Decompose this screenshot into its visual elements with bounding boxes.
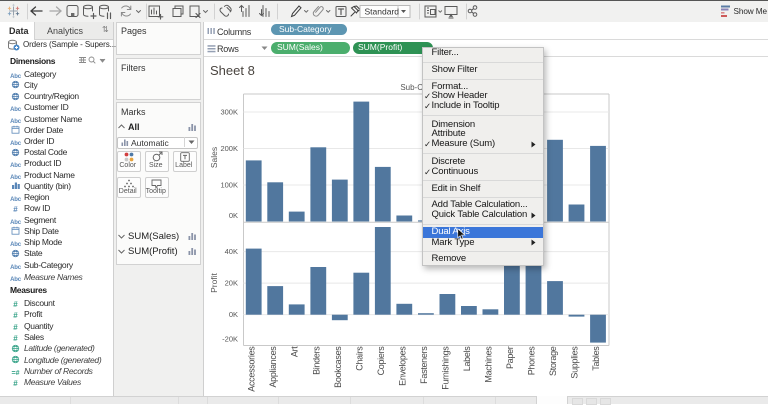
svg-text:20K: 20K <box>225 279 238 288</box>
svg-text:Bookcases: Bookcases <box>333 346 343 388</box>
svg-text:40K: 40K <box>225 247 238 256</box>
svg-text:Sales: Sales <box>209 147 219 168</box>
svg-text:Envelopes: Envelopes <box>397 346 407 386</box>
svg-text:Machines: Machines <box>483 346 493 383</box>
svg-text:Art: Art <box>290 346 300 357</box>
svg-text:Copiers: Copiers <box>376 346 386 376</box>
svg-text:Furnishings: Furnishings <box>440 346 450 390</box>
svg-text:100K: 100K <box>220 181 238 190</box>
svg-text:Phones: Phones <box>527 346 537 376</box>
svg-text:200K: 200K <box>220 144 238 153</box>
svg-text:Standard: Standard <box>365 7 400 17</box>
svg-text:0K: 0K <box>229 211 238 220</box>
svg-text:0K: 0K <box>229 310 238 319</box>
svg-text:Show Me: Show Me <box>734 7 768 16</box>
svg-text:Binders: Binders <box>311 346 321 375</box>
svg-text:Fasteners: Fasteners <box>419 346 429 384</box>
svg-text:Supplies: Supplies <box>570 346 580 379</box>
svg-text:Chairs: Chairs <box>354 346 364 371</box>
svg-text:Labels: Labels <box>462 346 472 372</box>
svg-text:300K: 300K <box>220 108 238 117</box>
svg-text:Accessories: Accessories <box>247 346 257 392</box>
svg-text:Paper: Paper <box>505 346 515 369</box>
svg-text:Profit: Profit <box>209 272 219 292</box>
svg-text:Tables: Tables <box>591 346 601 371</box>
svg-text:-20K: -20K <box>222 335 238 344</box>
svg-text:Storage: Storage <box>548 346 558 376</box>
svg-text:Appliances: Appliances <box>268 346 278 388</box>
